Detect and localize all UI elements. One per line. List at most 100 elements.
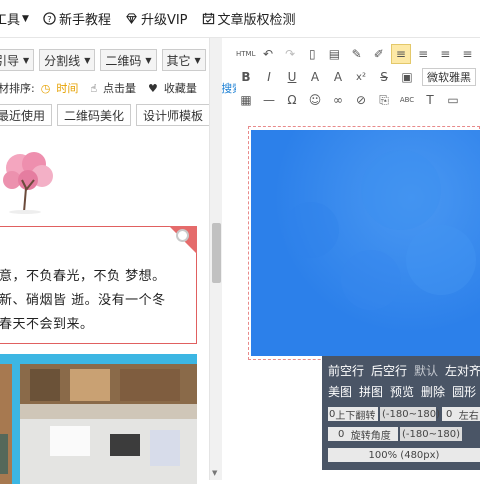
flip-horizontal-input[interactable]: 0 左右 xyxy=(442,407,480,422)
preview-button[interactable]: 预览 xyxy=(390,383,414,400)
html-icon[interactable]: HTML xyxy=(236,44,255,64)
font-family-value: 微软雅黑 xyxy=(427,71,471,84)
flip-range: (-180~180) xyxy=(382,408,440,420)
link-icon[interactable]: ∞ xyxy=(328,90,348,110)
clock-icon: ◷ xyxy=(40,82,51,95)
qrcode-filter[interactable]: 二维码 ▼ xyxy=(100,49,157,71)
divider-filter[interactable]: 分割线 ▼ xyxy=(39,49,96,71)
superscript-icon[interactable]: x² xyxy=(351,67,371,87)
guide-filter[interactable]: 引导 ▼ xyxy=(0,49,35,71)
rotate-label: 旋转角度 xyxy=(350,430,391,442)
tools-menu[interactable]: 工具 ▼ xyxy=(0,9,29,28)
flower-texture xyxy=(251,130,480,356)
other-filter[interactable]: 其它 ▼ xyxy=(161,49,206,71)
copyright-check-link[interactable]: 文章版权检测 xyxy=(202,9,296,28)
sort-label: 材排序: xyxy=(0,82,35,95)
guide-filter-label: 引导 xyxy=(0,53,20,68)
editor-toolbar-row-1: HTML ↶ ↷ ▯ ▤ ✎ ✐ ≡ ≡ ≡ ≡ xyxy=(236,43,480,65)
text-card[interactable]: 意，不负春光，不负 梦想。 新、硝烟皆 逝。没有一个冬 春天不会到来。 xyxy=(0,226,197,344)
flip-vertical-input[interactable]: 0 上下翻转 xyxy=(328,407,378,422)
filter-bar: 引导 ▼ 分割线 ▼ 二维码 ▼ 其它 ▼ xyxy=(0,49,211,71)
paste-text-icon[interactable]: ▤ xyxy=(325,44,344,64)
font-family-select[interactable]: 微软雅黑 xyxy=(422,68,476,86)
spellcheck-icon[interactable]: ABC xyxy=(397,90,417,110)
divider-filter-label: 分割线 xyxy=(44,53,81,68)
clear-format-icon[interactable]: T xyxy=(420,90,440,110)
sort-by-favorites[interactable]: ♥ 收藏量 xyxy=(148,80,203,96)
media-icon[interactable]: ▭ xyxy=(443,90,463,110)
zoom-slider[interactable]: 100% (480px) xyxy=(328,448,480,462)
align-justify-icon[interactable]: ≡ xyxy=(458,44,477,64)
photo-image xyxy=(0,364,197,484)
vip-label: 升级VIP xyxy=(140,13,188,28)
flip-range-label: (-180~180) xyxy=(380,407,440,421)
align-left-button[interactable]: 左对齐 xyxy=(445,362,480,379)
tag-qrcode-beautify[interactable]: 二维码美化 xyxy=(57,104,132,126)
photo-card[interactable] xyxy=(0,354,197,484)
bg-color-icon[interactable]: A xyxy=(328,67,348,87)
new-doc-icon[interactable]: ▯ xyxy=(303,44,322,64)
card-line-3: 春天不会到来。 xyxy=(0,317,94,332)
diamond-icon xyxy=(126,13,137,25)
pointer-icon: ☝ xyxy=(90,82,98,95)
caret-down-icon: ▼ xyxy=(145,55,152,65)
material-scrollbar[interactable]: ▼ xyxy=(209,38,222,480)
tag-designer-template[interactable]: 设计师模板 xyxy=(136,104,211,126)
top-bar: 工具 ▼ ? 新手教程 升级VIP 文章版权检测 xyxy=(0,0,480,38)
align-center-icon[interactable]: ≡ xyxy=(414,44,433,64)
panel-row-1: 前空行 后空行 默认 左对齐 居 xyxy=(328,362,480,379)
omega-icon[interactable]: Ω xyxy=(282,90,302,110)
space-after-button[interactable]: 后空行 xyxy=(371,362,407,379)
caret-down-icon: ▼ xyxy=(194,55,201,65)
default-button[interactable]: 默认 xyxy=(414,362,438,379)
space-before-button[interactable]: 前空行 xyxy=(328,362,364,379)
scroll-down-arrow-icon[interactable]: ▼ xyxy=(212,469,217,477)
sort-by-time[interactable]: ◷ 时间 xyxy=(41,80,85,96)
strikethrough-icon[interactable]: S xyxy=(374,67,394,87)
circle-button[interactable]: 圆形 xyxy=(452,383,476,400)
rotate-range-label: (-180~180) xyxy=(400,427,462,441)
redo-icon[interactable]: ↷ xyxy=(281,44,300,64)
collage-button[interactable]: 拼图 xyxy=(359,383,383,400)
tutorial-label: 新手教程 xyxy=(58,13,111,28)
scroll-thumb[interactable] xyxy=(212,223,221,283)
tutorial-link[interactable]: ? 新手教程 xyxy=(43,9,111,28)
editor-toolbar-row-3: ▦ — Ω ☺ ∞ ⊘ ⎘ ABC T ▭ xyxy=(236,89,480,111)
tag-row: 最近使用 二维码美化 设计师模板 xyxy=(0,104,215,126)
heart-icon: ♥ xyxy=(148,82,158,95)
table-icon[interactable]: ▦ xyxy=(236,90,256,110)
format-painter-icon[interactable]: ✐ xyxy=(369,44,388,64)
rotate-value: 0 xyxy=(338,428,345,440)
sort-time-label: 时间 xyxy=(56,82,79,95)
lr-label: 左右 xyxy=(458,410,479,422)
zoom-value: 100% (480px) xyxy=(368,449,440,461)
emoji-icon[interactable]: ☺ xyxy=(305,90,325,110)
card-line-2: 新、硝烟皆 逝。没有一个冬 xyxy=(0,293,166,308)
underline-icon[interactable]: U xyxy=(282,67,302,87)
tools-label: 工具 xyxy=(0,13,21,28)
blue-flower-image[interactable] xyxy=(251,130,480,356)
bold-icon[interactable]: B xyxy=(236,67,256,87)
beautify-button[interactable]: 美图 xyxy=(328,383,352,400)
rotate-range: (-180~180) xyxy=(402,428,460,440)
undo-icon[interactable]: ↶ xyxy=(258,44,277,64)
vip-link[interactable]: 升级VIP xyxy=(125,9,188,28)
font-color-icon[interactable]: A xyxy=(305,67,325,87)
unlink-icon[interactable]: ⊘ xyxy=(351,90,371,110)
calendar-check-icon xyxy=(202,12,214,25)
align-left-icon[interactable]: ≡ xyxy=(391,44,411,64)
horizontal-rule-icon[interactable]: — xyxy=(259,90,279,110)
cherry-tree-image[interactable] xyxy=(0,150,60,215)
italic-icon[interactable]: I xyxy=(259,67,279,87)
align-right-icon[interactable]: ≡ xyxy=(436,44,455,64)
delete-button[interactable]: 删除 xyxy=(421,383,445,400)
image-tool-panel: 前空行 后空行 默认 左对齐 居 美图 拼图 预览 删除 圆形 正 0上下翻转 … xyxy=(322,356,480,470)
sort-by-clicks[interactable]: ☝ 点击量 xyxy=(90,80,142,96)
eraser-icon[interactable]: ✎ xyxy=(347,44,366,64)
insert-image-icon[interactable]: ▣ xyxy=(397,67,417,87)
caret-down-icon: ▼ xyxy=(22,13,29,24)
card-line-1: 意，不负春光，不负 梦想。 xyxy=(0,269,166,284)
rotate-input[interactable]: 0 旋转角度 xyxy=(328,427,398,442)
tag-recent[interactable]: 最近使用 xyxy=(0,104,53,126)
paste-icon[interactable]: ⎘ xyxy=(374,90,394,110)
